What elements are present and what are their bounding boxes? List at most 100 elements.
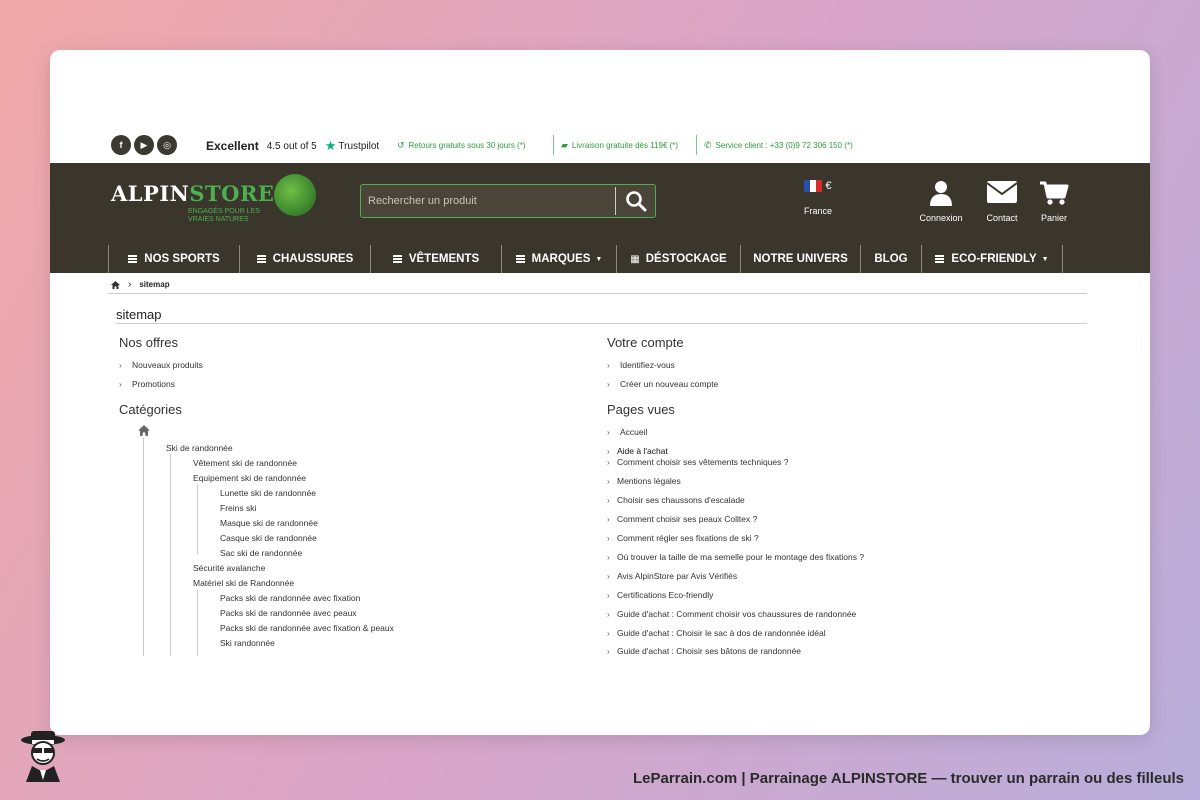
category-link[interactable]: Lunette ski de randonnée [220,488,316,498]
page-group-label: › Aide à l'achat [607,446,668,456]
category-link[interactable]: Freins ski [220,503,256,513]
nav-label: DÉSTOCKAGE [645,253,727,265]
nav-eco-friendly[interactable]: ECO-FRIENDLY ▼ [921,245,1063,273]
breadcrumb: › sitemap [111,279,170,290]
page-link[interactable]: › Accueil [607,427,647,437]
chevron-right-icon: › [607,534,610,543]
page-link[interactable]: › Choisir ses chaussons d'escalade [607,495,745,505]
offers-link[interactable]: › Promotions [119,379,175,389]
chevron-right-icon: › [607,380,610,389]
page-link[interactable]: › Guide d'achat : Choisir ses bâtons de r… [607,646,801,656]
link-label: Guide d'achat : Choisir le sac à dos de … [617,628,826,638]
country-selector[interactable]: € France [798,180,838,216]
divider [696,135,697,155]
account-link-item[interactable]: › Identifiez-vous [607,360,675,370]
link-label: Comment régler ses fixations de ski ? [617,533,759,543]
category-link[interactable]: Casque ski de randonnée [220,533,317,543]
search-button[interactable] [615,187,655,215]
chevron-right-icon: › [607,515,610,524]
category-link[interactable]: Sac ski de randonnée [220,548,302,558]
nav-nos-sports[interactable]: NOS SPORTS [108,245,239,273]
page-link[interactable]: › Comment choisir ses peaux Colltex ? [607,514,757,524]
leaf-logo-icon [274,174,316,216]
cart-link[interactable]: Panier [1036,180,1072,223]
facebook-icon[interactable]: f [111,135,131,155]
caret-down-icon: ▼ [1041,255,1049,263]
logo-tagline: ENGAGÉS POUR LES VRAIES NATURES [188,208,260,223]
link-label: Créer un nouveau compte [620,379,719,389]
trustpilot-score: 4.5 out of 5 [266,140,317,152]
phone-icon: ✆ [704,139,712,150]
menu-icon [935,255,945,263]
chevron-right-icon: › [607,458,610,467]
main-nav: NOS SPORTS CHAUSSURES VÊTEMENTS MARQUES ▼… [108,245,1063,273]
pages-heading: Pages vues [607,402,675,417]
nav-vetements[interactable]: VÊTEMENTS [370,245,501,273]
page-link[interactable]: › Avis AlpinStore par Avis Vérifiés [607,571,737,581]
chevron-right-icon: › [128,279,132,290]
chevron-right-icon: › [119,380,122,389]
contact-link[interactable]: Contact [984,180,1020,223]
tree-line [143,438,144,656]
category-link[interactable]: Packs ski de randonnée avec peaux [220,608,357,618]
tree-line [170,454,171,656]
offers-link[interactable]: › Nouveaux produits [119,360,203,370]
logo-main: ALPIN [111,181,190,206]
chevron-right-icon: › [607,572,610,581]
link-label: Où trouver la taille de ma semelle pour … [617,552,865,562]
page-link[interactable]: › Mentions légales [607,476,681,486]
category-link[interactable]: Ski de randonnée [166,443,233,453]
site-logo[interactable]: ALPINSTORE ENGAGÉS POUR LES VRAIES NATUR… [111,181,275,223]
nav-label: MARQUES [531,253,591,265]
category-link[interactable]: Packs ski de randonnée avec fixation [220,593,360,603]
usp-service[interactable]: ✆ Service client : +33 (0)9 72 306 150 (… [704,135,853,155]
category-link[interactable]: Sécurité avalanche [193,563,265,573]
category-link[interactable]: Masque ski de randonnée [220,518,318,528]
page-link[interactable]: › Guide d'achat : Choisir le sac à dos de… [607,628,826,638]
usp-returns-text: Retours gratuits sous 30 jours (*) [408,140,526,150]
usp-delivery[interactable]: ▰ Livraison gratuite dès 119€ (*) [561,135,678,155]
youtube-icon[interactable]: ▶ [134,135,154,155]
offers-heading: Nos offres [119,335,179,350]
account-link[interactable]: Connexion [916,180,966,223]
home-icon[interactable] [138,425,150,436]
category-link[interactable]: Equipement ski de randonnée [193,473,306,483]
page-link[interactable]: › Où trouver la taille de ma semelle pour… [607,552,864,562]
trustpilot-brand: Trustpilot [338,140,380,152]
nav-label: VÊTEMENTS [408,253,480,265]
link-label: Choisir ses chaussons d'escalade [617,495,745,505]
nav-label: BLOG [874,253,908,265]
page-link[interactable]: › Certifications Eco-friendly [607,590,713,600]
nav-blog[interactable]: BLOG [860,245,921,273]
link-label: Mentions légales [617,476,681,486]
currency-label: € [825,180,832,192]
page-link[interactable]: › Comment régler ses fixations de ski ? [607,533,759,543]
truck-icon: ▰ [561,139,568,150]
chevron-right-icon: › [607,591,610,600]
menu-icon [392,255,402,263]
chevron-right-icon: › [607,610,610,619]
account-link-item[interactable]: › Créer un nouveau compte [607,379,718,389]
category-link[interactable]: Vêtement ski de randonnée [193,458,297,468]
category-link[interactable]: Packs ski de randonnée avec fixation & p… [220,623,394,633]
usp-delivery-text: Livraison gratuite dès 119€ (*) [571,140,679,150]
category-link[interactable]: Ski randonnée [220,638,275,648]
link-label: Comment choisir ses peaux Colltex ? [617,514,758,524]
nav-notre-univers[interactable]: NOTRE UNIVERS [740,245,860,273]
search-input[interactable] [361,185,615,217]
trustpilot-widget[interactable]: Excellent 4.5 out of 5 ★ Trustpilot [206,138,379,154]
nav-destockage[interactable]: ▦ DÉSTOCKAGE [616,245,740,273]
usp-returns[interactable]: ↺ Retours gratuits sous 30 jours (*) [397,135,525,155]
chevron-right-icon: › [607,477,610,486]
top-bar: f ▶ ◎ Excellent 4.5 out of 5 ★ Trustpilo… [50,130,1150,160]
category-link[interactable]: Matériel ski de Randonnée [193,578,294,588]
nav-marques[interactable]: MARQUES ▼ [501,245,616,273]
page-link[interactable]: › Guide d'achat : Comment choisir vos cha… [607,609,856,619]
link-label: Identifiez-vous [620,360,675,370]
instagram-icon[interactable]: ◎ [157,135,177,155]
logo-accent: STORE [189,181,275,206]
page-link[interactable]: › Comment choisir ses vêtements technique… [607,457,789,467]
chevron-right-icon: › [607,361,610,370]
nav-chaussures[interactable]: CHAUSSURES [239,245,370,273]
home-icon[interactable] [111,280,120,289]
